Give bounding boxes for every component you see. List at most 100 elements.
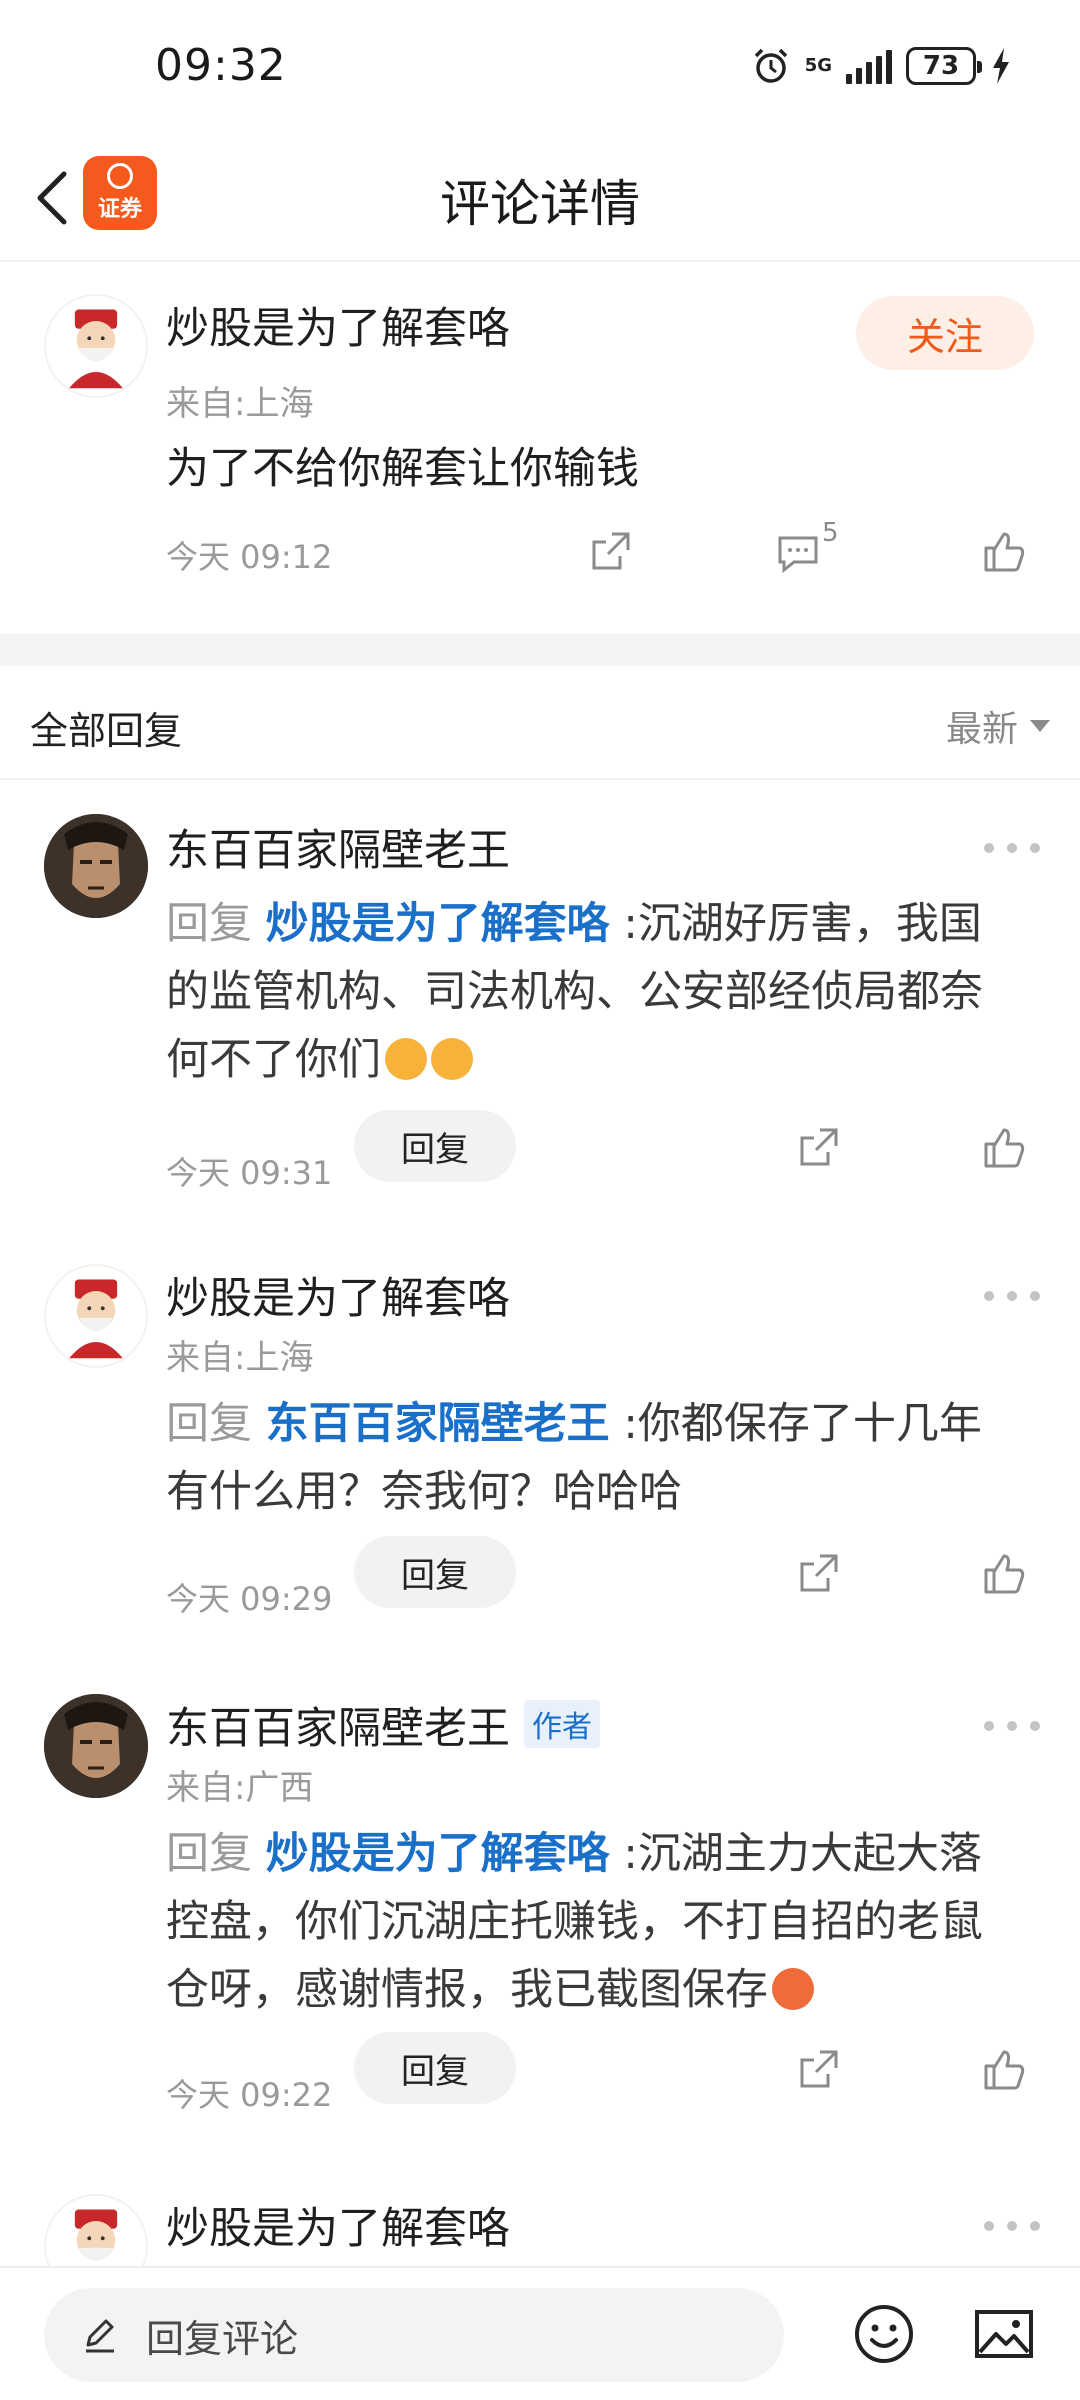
reply-item: 炒股是为了解套咯 来自:上海 回复 东百百家隔壁老王 :你都保存了十几年 有什么…: [0, 1230, 1080, 1660]
like-icon[interactable]: [980, 528, 1028, 576]
reply-item: 东百百家隔壁老王 作者 来自:广西 回复 炒股是为了解套咯 :沉湖主力大起大落 控…: [0, 1660, 1080, 2160]
avatar-god-of-wealth-icon: [69, 1279, 123, 1359]
like-icon[interactable]: [980, 1124, 1028, 1172]
like-icon[interactable]: [980, 1550, 1028, 1598]
pencil-icon: [86, 2319, 114, 2353]
battery-level: 73: [922, 51, 960, 81]
replies-header: 全部回复 最新: [0, 666, 1080, 780]
app-logo[interactable]: 证券: [83, 156, 157, 230]
reply-line: 何不了你们: [166, 1026, 1036, 1094]
bottom-bar: 回复评论: [0, 2266, 1080, 2400]
separator: :: [623, 899, 638, 949]
avatar[interactable]: [44, 1264, 148, 1368]
follow-button[interactable]: 关注: [856, 296, 1034, 370]
reply-line-text: 你都保存了十几年: [637, 1399, 982, 1449]
share-icon[interactable]: [794, 1124, 842, 1172]
reply-item: 东百百家隔壁老王 回复 炒股是为了解套咯 :沉湖好厉害，我国 的监管机构、司法机…: [0, 780, 1080, 1230]
status-icons: 5G 73: [751, 46, 1012, 86]
reply-button[interactable]: 回复: [354, 1110, 516, 1182]
network-indicator: 5G: [805, 57, 832, 75]
mention-link[interactable]: 炒股是为了解套咯: [266, 1829, 610, 1879]
kissing-emoji-icon: [772, 1968, 814, 2010]
comment-count: 5: [822, 518, 839, 548]
location: 来自:广西: [166, 1768, 314, 1808]
avatar[interactable]: [44, 294, 148, 398]
reply-time: 今天 09:31: [166, 1154, 333, 1192]
avatar[interactable]: [44, 814, 148, 918]
network-type: 5G: [804, 55, 832, 76]
main-comment: 炒股是为了解套咯 来自:上海 关注 为了不给你解套让你输钱 今天 09:12 5: [0, 264, 1080, 634]
logo-mark-icon: [107, 163, 133, 189]
emoji-icon[interactable]: [852, 2302, 916, 2366]
reply-prefix: 回复: [166, 899, 252, 949]
more-options-icon[interactable]: [984, 840, 1040, 856]
reply-text: 回复 东百百家隔壁老王 :你都保存了十几年 有什么用？奈我何？哈哈哈: [166, 1390, 1036, 1526]
signal-icon: [846, 48, 892, 84]
share-icon[interactable]: [586, 528, 634, 576]
reply-time: 今天 09:29: [166, 1580, 333, 1618]
back-icon[interactable]: [26, 162, 82, 234]
reply-line: 控盘，你们沉湖庄托赚钱，不打自招的老鼠: [166, 1897, 983, 1947]
avatar-god-of-wealth-icon: [69, 309, 123, 389]
reply-line-text: 仓呀，感谢情报，我已截图保存: [166, 1965, 768, 2015]
battery-icon: 73: [906, 47, 982, 85]
reply-line-text: 何不了你们: [166, 1035, 381, 1085]
mention-link[interactable]: 炒股是为了解套咯: [266, 899, 610, 949]
reply-line: 有什么用？奈我何？哈哈哈: [166, 1467, 682, 1517]
reply-button[interactable]: 回复: [354, 1536, 516, 1608]
reply-line: 回复 炒股是为了解套咯 :沉湖主力大起大落: [166, 1820, 1036, 1888]
mention-link[interactable]: 东百百家隔壁老王: [266, 1399, 610, 1449]
image-icon[interactable]: [972, 2302, 1036, 2366]
location: 来自:上海: [166, 1338, 314, 1378]
smiling-emoji-icon: [431, 1038, 473, 1080]
username[interactable]: 炒股是为了解套咯: [166, 294, 510, 356]
reply-text: 回复 炒股是为了解套咯 :沉湖好厉害，我国 的监管机构、司法机构、公安部经侦局都…: [166, 890, 1036, 1094]
section-divider: [0, 634, 1080, 666]
reply-line-text: 沉湖主力大起大落: [637, 1829, 982, 1879]
reply-line: 仓呀，感谢情报，我已截图保存: [166, 1956, 1036, 2024]
reply-prefix: 回复: [166, 1399, 252, 1449]
like-icon[interactable]: [980, 2046, 1028, 2094]
reply-item: 炒股是为了解套咯: [0, 2160, 1080, 2266]
username[interactable]: 炒股是为了解套咯: [166, 2194, 510, 2256]
comment-time: 今天 09:12: [166, 538, 333, 576]
username-row: 东百百家隔壁老王 作者: [166, 1694, 600, 1756]
share-icon[interactable]: [794, 1550, 842, 1598]
sort-dropdown[interactable]: 最新: [946, 700, 1050, 752]
avatar-god-of-wealth-icon: [74, 2209, 118, 2262]
logo-text: 证券: [97, 197, 142, 222]
caret-down-icon: [1030, 720, 1050, 732]
avatar[interactable]: [44, 2194, 148, 2266]
more-options-icon[interactable]: [984, 1288, 1040, 1304]
reply-input-placeholder: 回复评论: [146, 2316, 299, 2361]
avatar[interactable]: [44, 1694, 148, 1798]
reply-line-text: 沉湖好厉害，我国: [637, 899, 982, 949]
alarm-icon: [754, 48, 787, 83]
avatar-portrait-icon: [44, 1694, 148, 1798]
avatar-portrait-icon: [44, 814, 148, 918]
reply-line: 回复 东百百家隔壁老王 :你都保存了十几年: [166, 1390, 1036, 1458]
location: 来自:上海: [166, 384, 314, 424]
reply-comment-input[interactable]: 回复评论: [44, 2288, 784, 2382]
comment-icon[interactable]: [774, 528, 822, 576]
separator: :: [623, 1399, 638, 1449]
grimace-emoji-icon: [385, 1038, 427, 1080]
status-bar: 09:32 5G 73: [0, 0, 1080, 140]
charging-icon: [993, 48, 1009, 84]
comment-text: 为了不给你解套让你输钱: [166, 444, 639, 494]
separator: :: [623, 1829, 638, 1879]
author-badge: 作者: [524, 1700, 600, 1748]
replies-label: 全部回复: [30, 709, 183, 753]
status-time: 09:32: [155, 40, 287, 91]
username[interactable]: 东百百家隔壁老王: [166, 816, 510, 878]
more-options-icon[interactable]: [984, 1718, 1040, 1734]
reply-button[interactable]: 回复: [354, 2032, 516, 2104]
share-icon[interactable]: [794, 2046, 842, 2094]
username[interactable]: 炒股是为了解套咯: [166, 1264, 510, 1326]
more-options-icon[interactable]: [984, 2218, 1040, 2234]
username[interactable]: 东百百家隔壁老王: [166, 1704, 510, 1754]
reply-line: 回复 炒股是为了解套咯 :沉湖好厉害，我国: [166, 890, 1036, 958]
sort-label: 最新: [945, 709, 1018, 750]
reply-prefix: 回复: [166, 1829, 252, 1879]
reply-text: 回复 炒股是为了解套咯 :沉湖主力大起大落 控盘，你们沉湖庄托赚钱，不打自招的老…: [166, 1820, 1036, 2024]
